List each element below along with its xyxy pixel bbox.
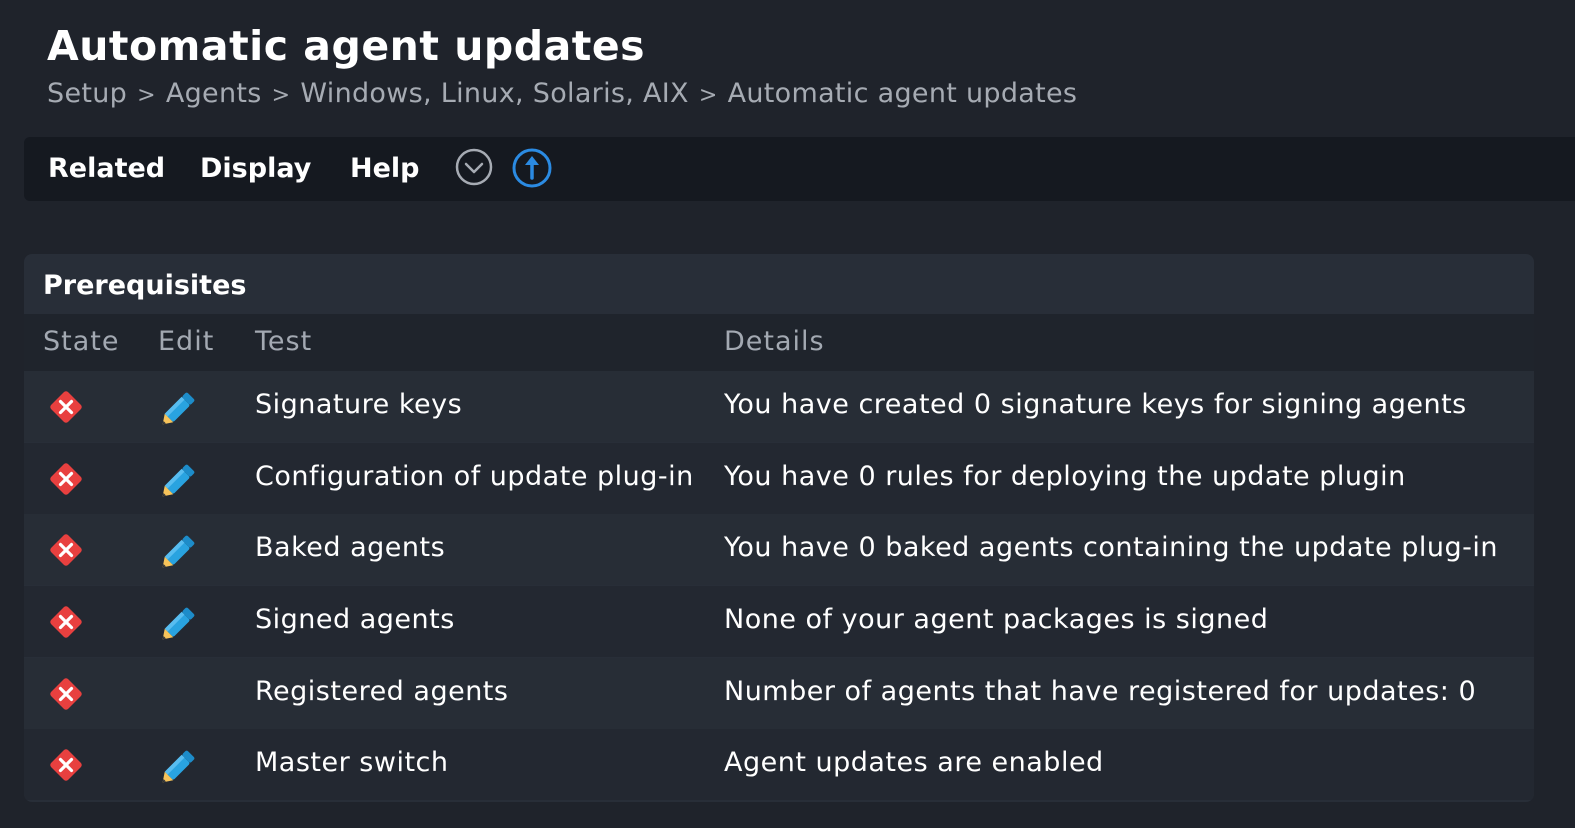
test-details: You have 0 rules for deploying the updat… bbox=[724, 461, 1406, 492]
test-details: You have created 0 signature keys for si… bbox=[724, 389, 1467, 420]
prerequisites-title: Prerequisites bbox=[43, 270, 247, 301]
table-header: State Edit Test Details bbox=[24, 314, 1534, 371]
breadcrumb-separator: > bbox=[698, 83, 718, 108]
error-state-icon bbox=[47, 675, 85, 713]
test-details: Agent updates are enabled bbox=[724, 747, 1104, 778]
test-details: Number of agents that have registered fo… bbox=[724, 676, 1477, 707]
table-row: Registered agents Number of agents that … bbox=[24, 658, 1534, 729]
menu-bar: Related Display Help bbox=[24, 137, 1575, 201]
column-header-test: Test bbox=[255, 326, 313, 357]
page: Automatic agent updates Setup > Agents > Win… bbox=[0, 0, 1575, 828]
column-header-details: Details bbox=[724, 326, 825, 357]
breadcrumb-separator: > bbox=[137, 83, 156, 108]
breadcrumb: Setup > Agents > Windows, Linux, Solaris, AI… bbox=[47, 78, 1077, 109]
breadcrumb-item-agents[interactable]: Agents bbox=[166, 78, 262, 109]
column-header-edit: Edit bbox=[158, 326, 215, 357]
test-details: You have 0 baked agents containing the u… bbox=[724, 532, 1498, 563]
test-name: Baked agents bbox=[255, 532, 446, 563]
error-state-icon bbox=[47, 388, 85, 426]
table-row: Baked agents You have 0 baked agents con… bbox=[24, 514, 1534, 585]
table-row: Master switch Agent updates are enabled bbox=[24, 729, 1534, 800]
test-name: Configuration of update plug-in bbox=[255, 461, 694, 492]
test-details: None of your agent packages is signed bbox=[724, 604, 1269, 635]
pencil-edit-icon[interactable] bbox=[160, 457, 202, 499]
pencil-edit-icon[interactable] bbox=[160, 385, 202, 427]
page-title: Automatic agent updates bbox=[47, 22, 646, 70]
test-name: Signature keys bbox=[255, 389, 463, 420]
column-header-state: State bbox=[43, 326, 120, 357]
error-state-icon bbox=[47, 460, 85, 498]
menu-help[interactable]: Help bbox=[350, 153, 420, 184]
breadcrumb-item-current: Automatic agent updates bbox=[727, 78, 1078, 109]
error-state-icon bbox=[47, 746, 85, 784]
test-name: Registered agents bbox=[255, 676, 509, 707]
table-row: Signature keys You have created 0 signat… bbox=[24, 371, 1534, 442]
pencil-edit-icon[interactable] bbox=[160, 528, 202, 570]
prerequisites-panel: Prerequisites State Edit Test Details Si… bbox=[24, 254, 1534, 802]
test-name: Master switch bbox=[255, 747, 449, 778]
upload-arrow-circle-icon[interactable] bbox=[512, 148, 552, 192]
chevron-down-circle-icon[interactable] bbox=[455, 148, 493, 190]
breadcrumb-item-setup[interactable]: Setup bbox=[47, 78, 127, 109]
table-row: Configuration of update plug-in You have… bbox=[24, 443, 1534, 514]
error-state-icon bbox=[47, 603, 85, 641]
pencil-edit-icon[interactable] bbox=[160, 743, 202, 785]
pencil-edit-icon[interactable] bbox=[160, 600, 202, 642]
table-row: Signed agents None of your agent package… bbox=[24, 586, 1534, 657]
test-name: Signed agents bbox=[255, 604, 455, 635]
error-state-icon bbox=[47, 531, 85, 569]
breadcrumb-item-platforms[interactable]: Windows, Linux, Solaris, AIX bbox=[300, 78, 688, 109]
breadcrumb-separator: > bbox=[271, 83, 291, 108]
menu-display[interactable]: Display bbox=[200, 153, 311, 184]
menu-related[interactable]: Related bbox=[48, 153, 165, 184]
